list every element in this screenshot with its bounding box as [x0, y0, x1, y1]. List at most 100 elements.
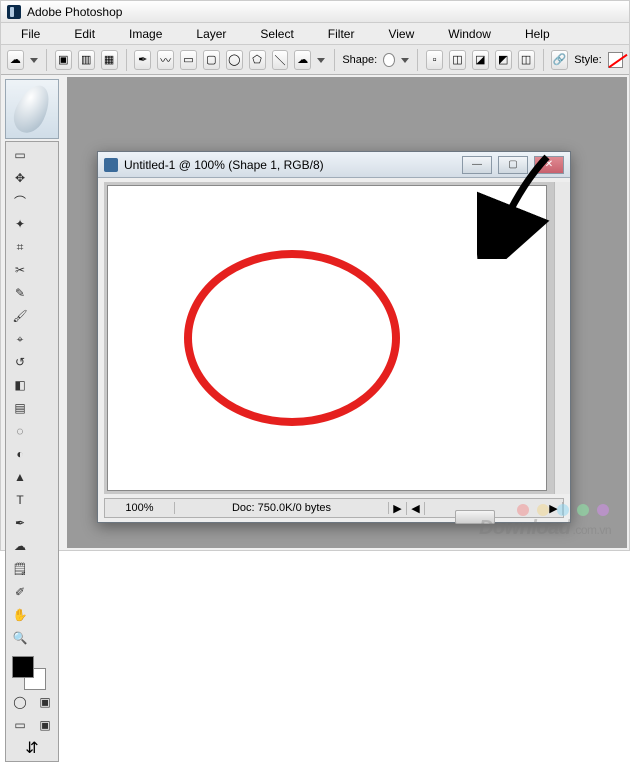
document-titlebar[interactable]: Untitled-1 @ 100% (Shape 1, RGB/8) — ▢ ✕ [98, 152, 570, 178]
foreground-color-swatch[interactable] [12, 656, 34, 678]
photoshop-app: Adobe Photoshop File Edit Image Layer Se… [0, 0, 630, 551]
eraser-tool[interactable]: ◧ [8, 374, 32, 396]
menu-layer[interactable]: Layer [180, 25, 242, 43]
eyedropper-tool[interactable]: ✐ [8, 581, 32, 603]
info-menu-arrow-icon[interactable]: ▶ [389, 502, 407, 515]
dropdown-icon[interactable] [30, 55, 38, 65]
app-title: Adobe Photoshop [27, 5, 122, 19]
menu-file[interactable]: File [5, 25, 56, 43]
style-swatch-none[interactable] [608, 52, 623, 68]
photoshop-logo-icon [7, 5, 21, 19]
separator [543, 49, 544, 71]
minimize-button[interactable]: — [462, 156, 492, 174]
dropdown-icon[interactable] [401, 55, 409, 65]
tool-palette: ▭ ✥ ⌒ ✦ ⌗ ✂ ✎ 🖌 ⌖ ↺ ◧ ▤ ◌ ◐ ▲ T ✒ ☁ 🗒 ✐ … [5, 141, 59, 762]
healing-tool[interactable]: ✎ [8, 282, 32, 304]
custom-shape-tool[interactable]: ☁ [8, 535, 32, 557]
standard-mode-button[interactable]: ◯ [8, 691, 32, 713]
screen-mode-1-button[interactable]: ▭ [8, 714, 32, 736]
pathop-subtract-button[interactable]: ◪ [472, 50, 489, 70]
menu-window[interactable]: Window [432, 25, 507, 43]
screen-mode-2-button[interactable]: ▣ [33, 714, 57, 736]
maximize-button[interactable]: ▢ [498, 156, 528, 174]
brush-tool[interactable]: 🖌 [8, 305, 32, 327]
options-bar: ☁ ▣ ▥ ▦ ✒ 〰 ▭ ▢ ◯ ⬠ ＼ ☁ Shape: ▫ ◫ ◪ ◩ ◫… [1, 45, 629, 75]
tool-preset-picker[interactable]: ☁ [7, 50, 24, 70]
custom-shape-icon[interactable]: ☁ [294, 50, 311, 70]
paths-mode-button[interactable]: ▥ [78, 50, 95, 70]
separator [417, 49, 418, 71]
pen-tool[interactable]: ✒ [8, 512, 32, 534]
shape-swatch[interactable] [383, 53, 395, 67]
crop-tool[interactable]: ⌗ [8, 236, 32, 258]
feather-icon [8, 80, 56, 138]
jump-to-imageready-button[interactable]: ⇵ [8, 737, 56, 759]
dot-icon [597, 504, 609, 516]
vertical-scrollbar[interactable] [554, 182, 570, 494]
zoom-tool[interactable]: 🔍 [8, 627, 32, 649]
fill-pixels-mode-button[interactable]: ▦ [101, 50, 118, 70]
menu-select[interactable]: Select [244, 25, 309, 43]
scroll-left-button[interactable]: ◀ [407, 502, 425, 515]
rounded-rect-shape-icon[interactable]: ▢ [203, 50, 220, 70]
menu-image[interactable]: Image [113, 25, 178, 43]
pathop-intersect-button[interactable]: ◩ [495, 50, 512, 70]
workspace: Untitled-1 @ 100% (Shape 1, RGB/8) — ▢ ✕… [67, 77, 627, 548]
canvas-area [104, 182, 564, 494]
app-icon-panel [5, 79, 59, 139]
menu-bar: File Edit Image Layer Select Filter View… [1, 23, 629, 45]
close-button[interactable]: ✕ [534, 156, 564, 174]
separator [334, 49, 335, 71]
document-window: Untitled-1 @ 100% (Shape 1, RGB/8) — ▢ ✕… [97, 151, 571, 523]
rectangle-shape-icon[interactable]: ▭ [180, 50, 197, 70]
slice-tool[interactable]: ✂ [8, 259, 32, 281]
blur-tool[interactable]: ◌ [8, 420, 32, 442]
rect-marquee-tool[interactable]: ▭ [8, 144, 32, 166]
type-tool[interactable]: T [8, 489, 32, 511]
ellipse-shape[interactable] [184, 250, 400, 426]
doc-info[interactable]: Doc: 750.0K/0 bytes [175, 502, 389, 514]
shape-layers-mode-button[interactable]: ▣ [55, 50, 72, 70]
pathop-new-button[interactable]: ▫ [426, 50, 443, 70]
color-picker[interactable] [8, 652, 56, 690]
line-shape-icon[interactable]: ＼ [272, 50, 289, 70]
dot-icon [537, 504, 549, 516]
gradient-tool[interactable]: ▤ [8, 397, 32, 419]
link-icon[interactable]: 🔗 [551, 50, 568, 70]
menu-filter[interactable]: Filter [312, 25, 371, 43]
pen-tool-icon[interactable]: ✒ [134, 50, 151, 70]
ellipse-shape-icon[interactable]: ◯ [226, 50, 243, 70]
dropdown-icon[interactable] [317, 55, 325, 65]
pathop-add-button[interactable]: ◫ [449, 50, 466, 70]
quickmask-mode-button[interactable]: ▣ [33, 691, 57, 713]
hand-tool[interactable]: ✋ [8, 604, 32, 626]
move-tool[interactable]: ✥ [8, 167, 32, 189]
menu-edit[interactable]: Edit [58, 25, 111, 43]
document-status-bar: 100% Doc: 750.0K/0 bytes ▶ ◀ ▶ [104, 498, 564, 518]
freeform-pen-icon[interactable]: 〰 [157, 50, 174, 70]
separator [46, 49, 47, 71]
document-title: Untitled-1 @ 100% (Shape 1, RGB/8) [124, 158, 324, 172]
document-icon [104, 158, 118, 172]
watermark-dots [517, 504, 609, 516]
dodge-tool[interactable]: ◐ [8, 443, 32, 465]
app-titlebar: Adobe Photoshop [1, 1, 629, 23]
stamp-tool[interactable]: ⌖ [8, 328, 32, 350]
dot-icon [517, 504, 529, 516]
watermark: Download.com.vn [479, 517, 611, 540]
menu-help[interactable]: Help [509, 25, 566, 43]
shape-label: Shape: [342, 54, 377, 66]
dot-icon [577, 504, 589, 516]
pathop-exclude-button[interactable]: ◫ [518, 50, 535, 70]
separator [126, 49, 127, 71]
magic-wand-tool[interactable]: ✦ [8, 213, 32, 235]
lasso-tool[interactable]: ⌒ [8, 190, 32, 212]
menu-view[interactable]: View [372, 25, 430, 43]
path-select-tool[interactable]: ▲ [8, 466, 32, 488]
zoom-field[interactable]: 100% [105, 502, 175, 514]
style-label: Style: [574, 54, 602, 66]
canvas[interactable] [108, 186, 546, 490]
history-brush-tool[interactable]: ↺ [8, 351, 32, 373]
polygon-shape-icon[interactable]: ⬠ [249, 50, 266, 70]
notes-tool[interactable]: 🗒 [8, 558, 32, 580]
